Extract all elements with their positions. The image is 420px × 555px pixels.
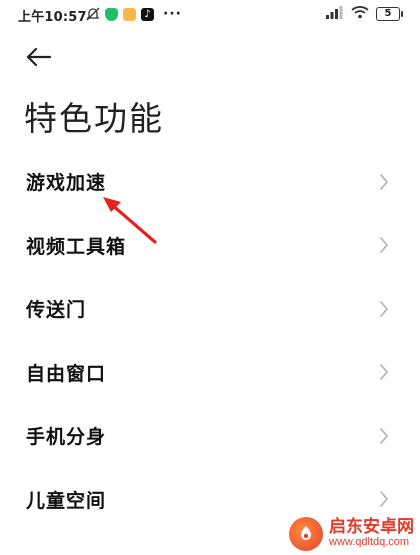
list-item-game-boost[interactable]: 游戏加速 [0, 150, 420, 214]
mute-icon [86, 7, 100, 21]
chevron-right-icon [378, 362, 390, 382]
chevron-right-icon [378, 426, 390, 446]
tiktok-icon: ♪ [141, 7, 154, 21]
watermark-name: 启东安卓网 [329, 517, 414, 538]
list-item-label: 自由窗口 [26, 362, 107, 385]
back-button[interactable] [24, 42, 54, 72]
list-item-dual-apps[interactable]: 手机分身 [0, 404, 420, 468]
list-item-label: 视频工具箱 [26, 235, 127, 258]
watermark-url: www.qdltdq.com [329, 536, 410, 549]
arrow-left-icon [26, 47, 52, 67]
shield-icon [105, 7, 118, 21]
watermark-logo-icon [289, 517, 323, 551]
page-title: 特色功能 [24, 99, 164, 138]
battery-icon: 5 [376, 7, 403, 21]
message-icon [123, 7, 136, 21]
chevron-right-icon [378, 235, 390, 255]
list-item-label: 传送门 [26, 299, 87, 322]
list-item-label: 手机分身 [26, 426, 107, 449]
chevron-right-icon [378, 489, 390, 509]
status-bar: 上午10:57 ♪ ··· 5 [0, 0, 420, 28]
chevron-right-icon [378, 299, 390, 319]
signal-icon [326, 5, 344, 23]
chevron-right-icon [378, 172, 390, 192]
more-notifications-icon: ··· [163, 6, 182, 22]
wifi-icon [351, 5, 369, 23]
list-item-free-window[interactable]: 自由窗口 [0, 341, 420, 405]
feature-list: 游戏加速 视频工具箱 传送门 自由窗口 手机分身 儿童空间 [0, 150, 420, 531]
system-icons: 5 [326, 5, 403, 23]
watermark: 启东安卓网 www.qdltdq.com [289, 517, 414, 551]
status-time: 上午10:57 [18, 10, 87, 25]
notification-icons: ♪ ··· [86, 6, 182, 22]
list-item-label: 游戏加速 [26, 172, 107, 195]
list-item-video-toolbox[interactable]: 视频工具箱 [0, 214, 420, 278]
list-item-label: 儿童空间 [26, 489, 107, 512]
list-item-portal[interactable]: 传送门 [0, 277, 420, 341]
